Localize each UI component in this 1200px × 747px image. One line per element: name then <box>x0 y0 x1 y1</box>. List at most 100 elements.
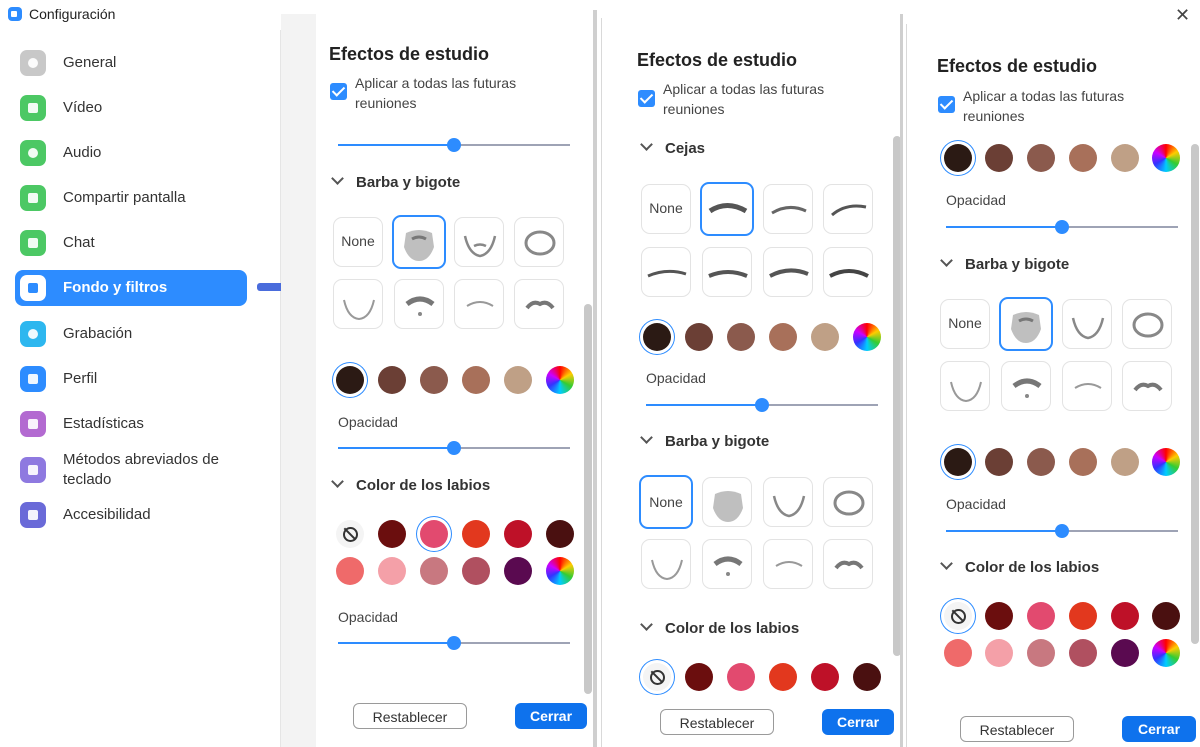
color-picker-icon[interactable] <box>853 323 881 351</box>
hair-color-swatch[interactable] <box>462 366 490 394</box>
hair-color-swatch[interactable] <box>1069 144 1097 172</box>
beard-opacity-slider[interactable] <box>338 441 570 455</box>
lip-none-swatch[interactable] <box>944 602 972 630</box>
lip-color-swatch[interactable] <box>546 520 574 548</box>
color-picker-icon[interactable] <box>546 366 574 394</box>
lip-color-swatch[interactable] <box>1111 602 1139 630</box>
eyebrow-opacity-slider[interactable] <box>646 398 878 412</box>
lips-opacity-slider[interactable] <box>338 636 570 650</box>
beard-goatee-tile[interactable] <box>454 217 504 267</box>
scrollbar[interactable] <box>584 304 592 694</box>
beard-color-swatch[interactable] <box>1111 448 1139 476</box>
hair-color-swatch[interactable] <box>420 366 448 394</box>
color-picker-icon[interactable] <box>546 557 574 585</box>
beard-chinstrap-tile[interactable] <box>333 279 383 329</box>
beard-thin-mustache-tile[interactable] <box>454 279 504 329</box>
lip-color-swatch[interactable] <box>1069 602 1097 630</box>
beard-circle-tile[interactable] <box>514 217 564 267</box>
reset-button[interactable]: Restablecer <box>960 716 1074 742</box>
beard-mustache-tile[interactable] <box>702 539 752 589</box>
beard-mustache-tile[interactable] <box>1001 361 1051 411</box>
top-opacity-thumb[interactable] <box>1055 220 1069 234</box>
hair-color-swatch[interactable] <box>944 144 972 172</box>
section-lips-header[interactable]: Color de los labios <box>331 475 490 494</box>
lip-color-swatch[interactable] <box>1152 602 1180 630</box>
sidebar-item-keyboard-shortcuts[interactable]: Métodos abreviados de teclado <box>15 451 247 488</box>
section-lips-header[interactable]: Color de los labios <box>940 557 1099 576</box>
sidebar-item-recording[interactable]: Grabación <box>15 316 247 352</box>
lip-color-swatch[interactable] <box>985 639 1013 667</box>
apply-all-checkbox[interactable] <box>938 96 955 113</box>
beard-none-tile[interactable]: None <box>639 475 693 529</box>
lip-color-swatch[interactable] <box>504 557 532 585</box>
hair-color-swatch[interactable] <box>336 366 364 394</box>
beard-chinstrap-tile[interactable] <box>641 539 691 589</box>
beard-opacity-thumb[interactable] <box>1055 524 1069 538</box>
beard-none-tile[interactable]: None <box>333 217 383 267</box>
sidebar-item-profile[interactable]: Perfil <box>15 361 247 397</box>
lip-color-swatch[interactable] <box>1027 639 1055 667</box>
lip-none-swatch[interactable] <box>643 663 671 691</box>
eyebrow-color-swatch[interactable] <box>685 323 713 351</box>
close-window-icon[interactable]: ✕ <box>1175 5 1190 26</box>
eyebrow-style-tile[interactable] <box>641 247 691 297</box>
beard-full-tile[interactable] <box>999 297 1053 351</box>
beard-color-swatch[interactable] <box>1027 448 1055 476</box>
lip-color-swatch[interactable] <box>420 520 448 548</box>
beard-thin-mustache-tile[interactable] <box>763 539 813 589</box>
beard-full-tile[interactable] <box>392 215 446 269</box>
section-beard-header[interactable]: Barba y bigote <box>331 172 460 191</box>
top-slider[interactable] <box>338 138 570 152</box>
eyebrow-color-swatch[interactable] <box>769 323 797 351</box>
beard-thin-mustache-tile[interactable] <box>1062 361 1112 411</box>
color-picker-icon[interactable] <box>1152 144 1180 172</box>
eyebrow-style-tile[interactable] <box>700 182 754 236</box>
close-button[interactable]: Cerrar <box>515 703 587 729</box>
beard-circle-tile[interactable] <box>823 477 873 527</box>
lip-color-swatch[interactable] <box>944 639 972 667</box>
beard-handlebar-tile[interactable] <box>823 539 873 589</box>
top-opacity-slider[interactable] <box>946 220 1178 234</box>
beard-color-swatch[interactable] <box>1069 448 1097 476</box>
eyebrow-style-tile[interactable] <box>823 247 873 297</box>
beard-none-tile[interactable]: None <box>940 299 990 349</box>
apply-all-checkbox[interactable] <box>638 90 655 107</box>
lips-opacity-thumb[interactable] <box>447 636 461 650</box>
sidebar-item-audio[interactable]: Audio <box>15 135 247 171</box>
eyebrow-style-tile[interactable] <box>823 184 873 234</box>
beard-goatee-tile[interactable] <box>1062 299 1112 349</box>
beard-opacity-slider[interactable] <box>946 524 1178 538</box>
sidebar-item-chat[interactable]: Chat <box>15 225 247 261</box>
lip-color-swatch[interactable] <box>727 663 755 691</box>
hair-color-swatch[interactable] <box>504 366 532 394</box>
eyebrow-color-swatch[interactable] <box>811 323 839 351</box>
lip-color-swatch[interactable] <box>1069 639 1097 667</box>
hair-color-swatch[interactable] <box>1027 144 1055 172</box>
lip-color-swatch[interactable] <box>420 557 448 585</box>
apply-all-checkbox[interactable] <box>330 83 347 100</box>
lip-color-swatch[interactable] <box>378 520 406 548</box>
sidebar-item-video[interactable]: Vídeo <box>15 90 247 126</box>
section-eyebrows-header[interactable]: Cejas <box>640 138 705 157</box>
color-picker-icon[interactable] <box>1152 639 1180 667</box>
eyebrow-style-tile[interactable] <box>763 184 813 234</box>
scrollbar[interactable] <box>1191 144 1199 644</box>
beard-color-swatch[interactable] <box>944 448 972 476</box>
sidebar-item-background-filters[interactable]: Fondo y filtros <box>15 270 247 306</box>
top-slider-thumb[interactable] <box>447 138 461 152</box>
sidebar-item-general[interactable]: General <box>15 45 247 81</box>
beard-handlebar-tile[interactable] <box>1122 361 1172 411</box>
hair-color-swatch[interactable] <box>1111 144 1139 172</box>
lip-color-swatch[interactable] <box>462 520 490 548</box>
lip-color-swatch[interactable] <box>462 557 490 585</box>
hair-color-swatch[interactable] <box>985 144 1013 172</box>
lip-color-swatch[interactable] <box>378 557 406 585</box>
lip-color-swatch[interactable] <box>1027 602 1055 630</box>
lip-color-swatch[interactable] <box>685 663 713 691</box>
beard-goatee-tile[interactable] <box>763 477 813 527</box>
eyebrow-style-tile[interactable] <box>702 247 752 297</box>
lip-color-swatch[interactable] <box>985 602 1013 630</box>
sidebar-item-statistics[interactable]: Estadísticas <box>15 406 247 442</box>
eyebrow-none-tile[interactable]: None <box>641 184 691 234</box>
reset-button[interactable]: Restablecer <box>353 703 467 729</box>
